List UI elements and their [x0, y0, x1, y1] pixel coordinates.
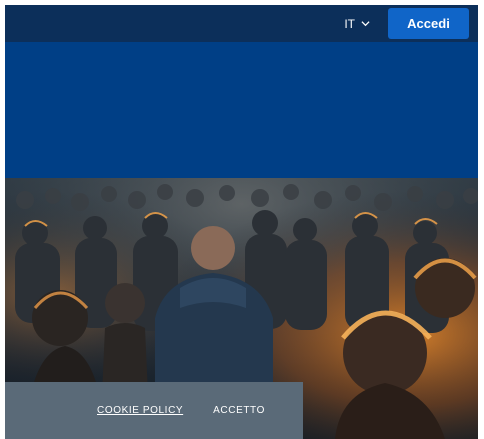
accept-cookies-button[interactable]: ACCETTO — [213, 405, 265, 416]
page-frame: IT Accedi COOKIE POLICY ACCETTO — [5, 5, 478, 439]
chevron-down-icon — [361, 21, 370, 27]
cookie-policy-link[interactable]: COOKIE POLICY — [97, 405, 183, 416]
language-label: IT — [344, 16, 355, 31]
language-selector[interactable]: IT — [344, 17, 370, 31]
top-navigation-bar: IT Accedi — [5, 5, 478, 42]
cookie-banner: COOKIE POLICY ACCETTO — [5, 382, 303, 439]
login-button[interactable]: Accedi — [388, 8, 469, 39]
hero-banner — [5, 42, 478, 178]
